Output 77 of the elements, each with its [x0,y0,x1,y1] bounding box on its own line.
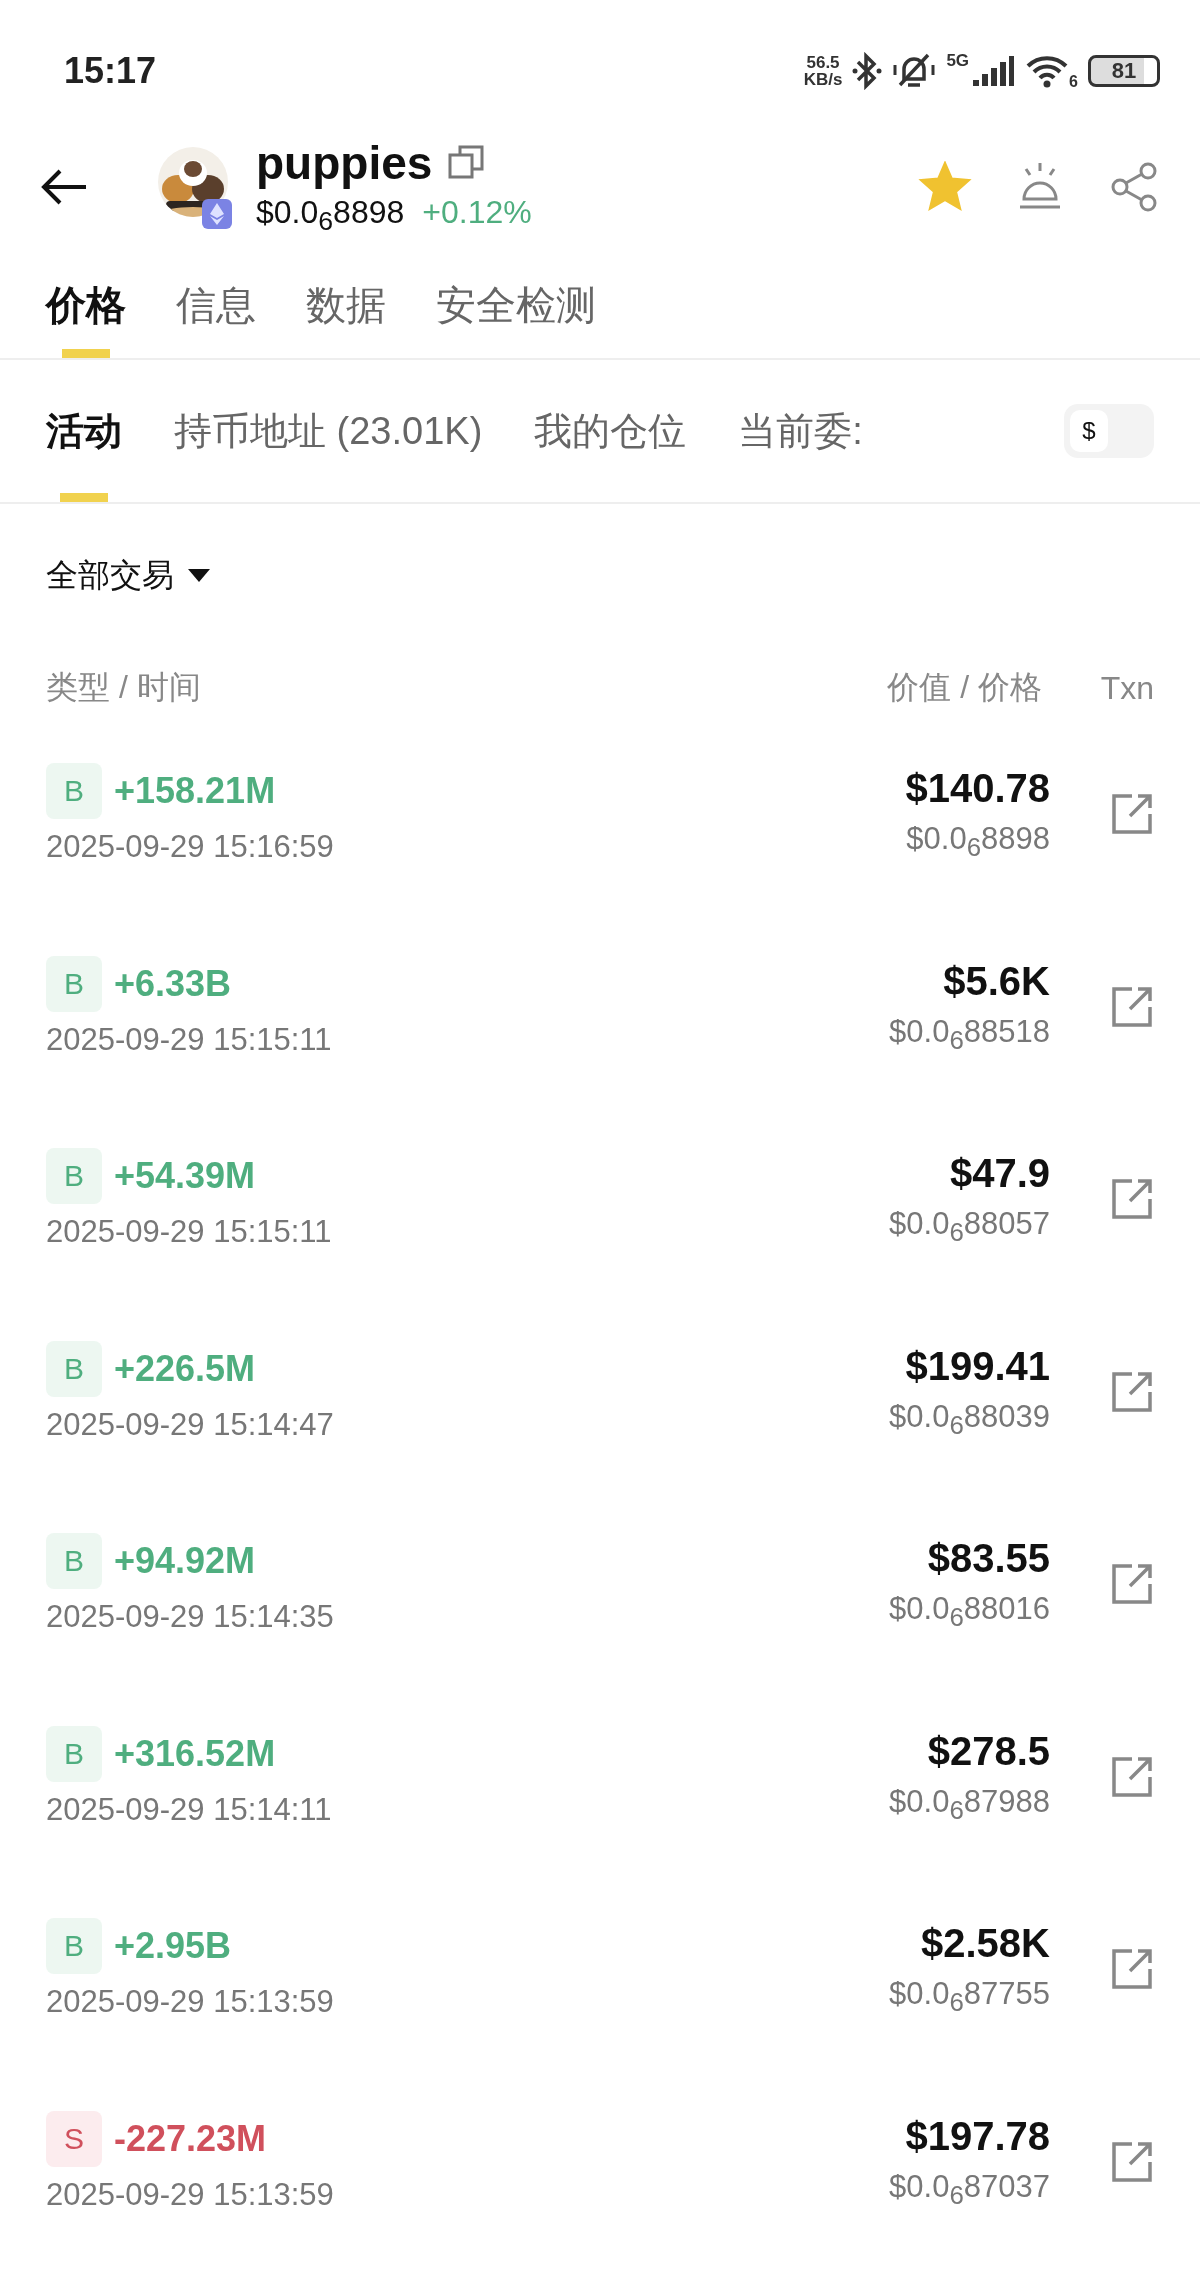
trade-side-badge: S [46,2110,102,2167]
trade-side-badge: B [46,955,102,1012]
currency-toggle[interactable]: $ [1064,404,1154,458]
network-speed: 56.5 KB/s [803,54,843,88]
caret-icon [188,569,210,583]
trade-amount: +158.21M [114,770,276,813]
trade-amount: +2.95B [114,1925,232,1968]
battery-indicator: 81 [1088,55,1160,87]
trade-value: $197.78 [905,2113,1050,2159]
signal-icon [971,54,1016,88]
external-link-icon[interactable] [1110,792,1154,837]
external-link-icon[interactable] [1110,1562,1154,1607]
trade-price: $0.0$_{6}$88039 [889,1398,1050,1440]
trade-time: 2025-09-29 15:15:11 [46,1214,333,1251]
trade-side-badge: B [46,1340,102,1397]
star-icon[interactable] [918,161,972,213]
tab[interactable]: 当前委: [738,360,863,502]
column-header: 价值 / 价格 [887,668,1042,707]
trade-value: $2.58K [921,1921,1050,1967]
trade-time: 2025-09-29 15:14:47 [46,1406,335,1443]
trade-value: $47.9 [949,1151,1050,1197]
trade-time: 2025-09-29 15:13:59 [46,2176,335,2213]
wifi-icon [1025,54,1070,88]
trade-time: 2025-09-29 15:14:35 [46,1599,335,1636]
external-link-icon[interactable] [1110,1754,1154,1799]
trade-side-badge: B [46,1148,102,1205]
trade-price: $0.0$_{6}$8898 [906,821,1050,863]
external-link-icon[interactable] [1110,984,1154,1029]
trade-amount: +54.39M [114,1155,256,1198]
trade-price: $0.0$_{6}$87988 [889,1783,1050,1825]
trade-price: $0.0$_{6}$88518 [889,1013,1050,1055]
tab[interactable]: 我的仓位 [534,360,687,502]
token-price: $0.0$_{6}$8898 [256,194,405,238]
tab[interactable]: 持币地址 (23.01K) [174,360,483,502]
trade-time: 2025-09-29 15:13:59 [46,1984,335,2021]
tab[interactable]: 数据 [306,252,386,358]
external-link-icon[interactable] [1110,1947,1154,1992]
trade-value: $5.6K [943,958,1050,1004]
trade-time: 2025-09-29 15:16:59 [46,829,335,866]
tab[interactable]: 信息 [176,252,256,358]
trade-amount: +226.5M [114,1347,256,1390]
tab[interactable]: 活动 [46,360,122,502]
trade-amount: +316.52M [114,1732,276,1775]
column-header: 类型 / 时间 [46,668,201,707]
bluetooth-icon [852,52,883,90]
trade-side-badge: B [46,1533,102,1590]
trade-side-badge: B [46,1918,102,1975]
trade-amount: +94.92M [114,1540,256,1583]
trade-side-badge: B [46,763,102,820]
ethereum-icon [202,199,232,229]
trade-time: 2025-09-29 15:14:11 [46,1791,333,1828]
trade-amount: -227.23M [114,2117,267,2160]
trade-value: $278.5 [927,1728,1050,1774]
token-name: puppies [256,136,433,191]
status-time: 15:17 [64,50,157,92]
trade-price: $0.0$_{6}$88057 [889,1206,1050,1248]
trade-amount: +6.33B [114,962,232,1005]
trade-price: $0.0$_{6}$88016 [889,1591,1050,1633]
trade-value: $199.41 [905,1343,1050,1389]
external-link-icon[interactable] [1110,1369,1154,1414]
network-type: 5G [946,51,970,71]
price-change: +0.12% [422,194,532,233]
back-arrow-icon[interactable] [40,167,88,207]
trade-price: $0.0$_{6}$87037 [889,2168,1050,2210]
column-header: Txn [1099,669,1154,707]
currency-toggle-knob: $ [1070,410,1108,452]
trade-value: $140.78 [905,766,1050,812]
trade-value: $83.55 [927,1536,1050,1582]
tab[interactable]: 安全检测 [436,252,596,358]
wifi-band-label: 6 [1069,73,1078,91]
tab[interactable]: 价格 [46,252,126,358]
external-link-icon[interactable] [1110,2139,1154,2184]
external-link-icon[interactable] [1110,1177,1154,1222]
trade-side-badge: B [46,1725,102,1782]
trade-time: 2025-09-29 15:15:11 [46,1021,333,1058]
trade-price: $0.0$_{6}$87755 [889,1976,1050,2018]
trade-filter-dropdown[interactable]: 全部交易 [46,544,210,608]
